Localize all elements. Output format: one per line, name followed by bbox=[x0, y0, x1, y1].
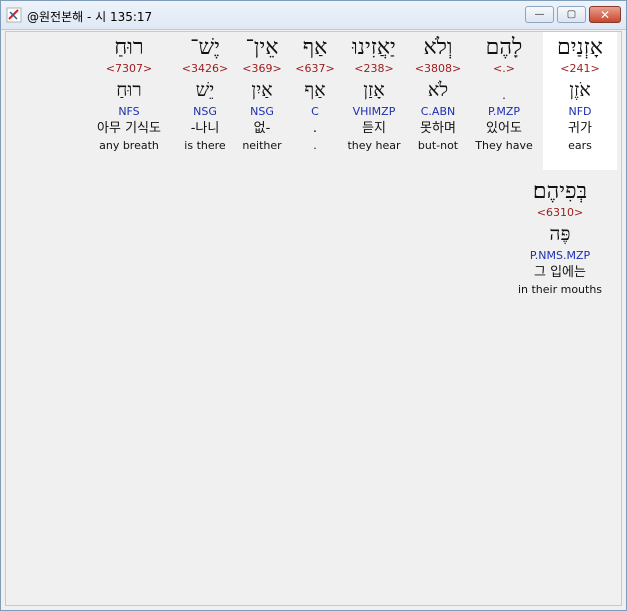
window-title: @원전본해 - 시 135:17 bbox=[27, 10, 153, 24]
app-logo-icon bbox=[6, 7, 22, 23]
strong-number[interactable]: <.> bbox=[467, 61, 541, 76]
hebrew-word: וְלֹא bbox=[423, 35, 453, 60]
korean-gloss: 귀가 bbox=[568, 121, 592, 136]
morphology-code[interactable]: NSG bbox=[168, 104, 242, 119]
hebrew-word: לָהֶם bbox=[485, 35, 523, 60]
word-cell[interactable]: רוּחַ <7307> רוּחַ NFS 아무 기식도 any breath bbox=[84, 32, 174, 153]
close-button[interactable]: ✕ bbox=[589, 6, 621, 23]
morphology-code[interactable]: P.MZP bbox=[467, 104, 541, 119]
word-cell[interactable]: יֶשׁ־ <3426> יֵשׁ NSG -나니 is there bbox=[168, 32, 242, 153]
morphology-code[interactable]: NFD bbox=[543, 104, 617, 119]
hebrew-root: ִ bbox=[467, 77, 541, 104]
hebrew-word: רוּחַ bbox=[114, 35, 144, 60]
word-cell[interactable]: וְלֹא <3808> לֹא C.ABN 못하며 but-not bbox=[401, 32, 475, 153]
strong-number[interactable]: <241> bbox=[543, 61, 617, 76]
morphology-code[interactable]: NFS bbox=[84, 104, 174, 119]
hebrew-word: בְּפִיהֶם׃ bbox=[532, 179, 588, 204]
english-gloss: any breath bbox=[99, 139, 159, 152]
english-gloss: ears bbox=[568, 139, 592, 152]
english-gloss: They have bbox=[475, 139, 533, 152]
close-icon: ✕ bbox=[599, 7, 611, 22]
hebrew-root: לֹא bbox=[427, 79, 449, 101]
korean-gloss: 그 입에는 bbox=[534, 265, 586, 280]
korean-gloss: 있어도 bbox=[486, 121, 522, 136]
word-cell[interactable]: לָהֶם <.> ִ P.MZP 있어도 They have bbox=[467, 32, 541, 153]
korean-gloss: 아무 기식도 bbox=[97, 121, 161, 136]
english-gloss: is there bbox=[184, 139, 226, 152]
strong-number[interactable]: <6310> bbox=[510, 205, 610, 220]
interlinear-panel[interactable]: אָזְנַיִם <241> אֹזֶן NFD 귀가 ears לָהֶם … bbox=[5, 31, 622, 606]
korean-gloss: -나니 bbox=[190, 121, 220, 136]
morphology-code[interactable]: C.ABN bbox=[401, 104, 475, 119]
english-gloss: in their mouths bbox=[517, 283, 603, 296]
word-cell[interactable]: אָזְנַיִם <241> אֹזֶן NFD 귀가 ears bbox=[543, 32, 617, 170]
hebrew-root: רוּחַ bbox=[116, 79, 142, 101]
english-gloss: but-not bbox=[417, 139, 459, 152]
hebrew-root: יֵשׁ bbox=[195, 79, 215, 101]
korean-gloss: 못하며 bbox=[420, 121, 456, 136]
app-window: @원전본해 - 시 135:17 — ▢ ✕ אָזְנַיִם <241> א… bbox=[0, 0, 627, 611]
hebrew-root: אֹזֶן bbox=[569, 79, 591, 101]
maximize-icon: ▢ bbox=[566, 9, 577, 20]
minimize-button[interactable]: — bbox=[525, 6, 554, 23]
word-cell[interactable]: בְּפִיהֶם׃ <6310> פֶּה P.NMS.MZP 그 입에는 i… bbox=[510, 176, 610, 297]
strong-number[interactable]: <7307> bbox=[84, 61, 174, 76]
minimize-icon: — bbox=[534, 9, 545, 20]
strong-number[interactable]: <3808> bbox=[401, 61, 475, 76]
hebrew-word: אָזְנַיִם bbox=[557, 35, 603, 60]
title-bar[interactable]: @원전본해 - 시 135:17 — ▢ ✕ bbox=[1, 1, 626, 30]
hebrew-root: פֶּה bbox=[549, 223, 571, 245]
maximize-button[interactable]: ▢ bbox=[557, 6, 586, 23]
morphology-code[interactable]: P.NMS.MZP bbox=[510, 248, 610, 263]
strong-number[interactable]: <3426> bbox=[168, 61, 242, 76]
hebrew-word: יֶשׁ־ bbox=[190, 35, 220, 60]
